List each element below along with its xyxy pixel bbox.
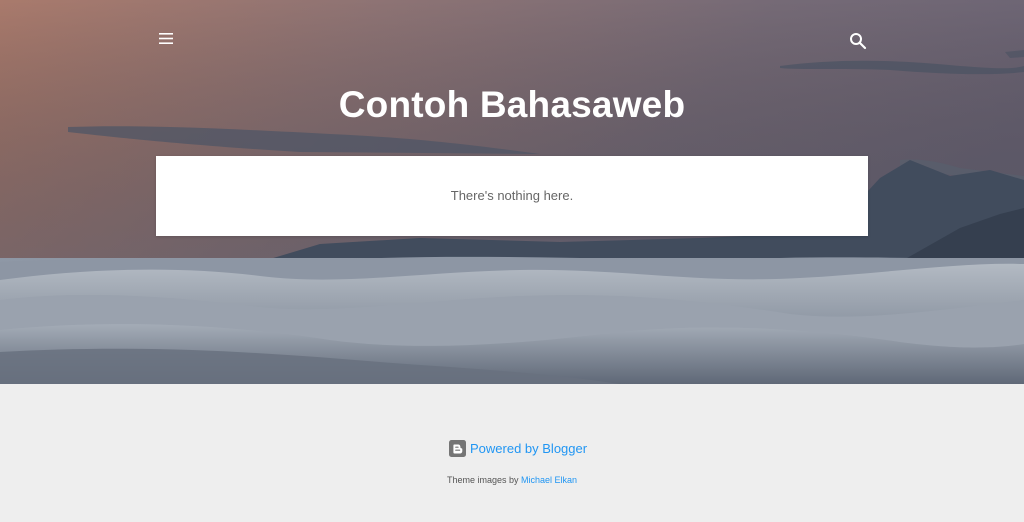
search-button[interactable] <box>844 27 872 55</box>
attribution-author-link[interactable]: Michael Elkan <box>521 475 577 485</box>
powered-by-label: Powered by Blogger <box>470 441 588 456</box>
empty-posts-message: There's nothing here. <box>450 188 574 203</box>
search-icon <box>850 33 867 50</box>
hamburger-menu-button[interactable] <box>152 26 180 52</box>
powered-by-blogger-link[interactable]: Powered by Blogger <box>449 440 587 457</box>
theme-attribution: Theme images by Michael Elkan <box>0 475 1024 485</box>
post-container: There's nothing here. <box>156 156 868 236</box>
blogger-logo-icon <box>449 440 466 457</box>
footer: Powered by Blogger Theme images by Micha… <box>0 384 1024 522</box>
hamburger-menu-icon <box>159 33 173 44</box>
header-banner: Contoh Bahasaweb There's nothing here. <box>0 0 1024 384</box>
blog-title-link[interactable]: Contoh Bahasaweb <box>0 84 1024 126</box>
attribution-prefix: Theme images by <box>446 475 519 485</box>
